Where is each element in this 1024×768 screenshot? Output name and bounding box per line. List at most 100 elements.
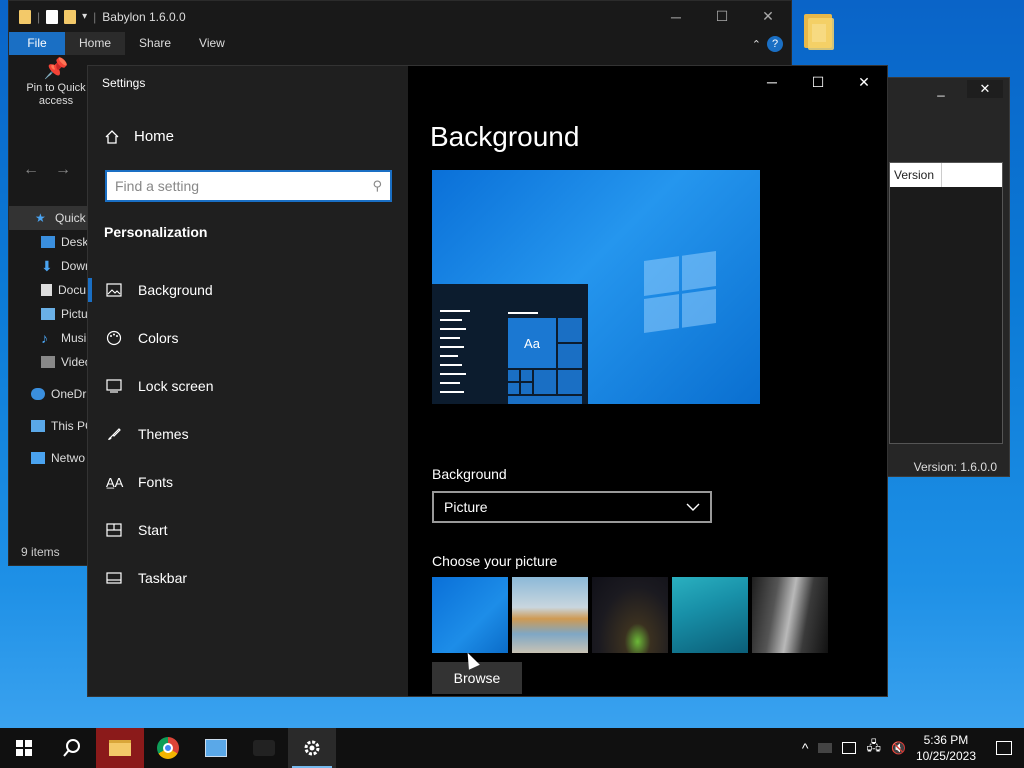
babylon-minimize-button[interactable]: _: [923, 80, 959, 98]
lock-screen-icon: [106, 379, 122, 393]
home-nav-item[interactable]: Home: [104, 128, 174, 145]
app-icon: [253, 740, 275, 756]
picture-thumbnail[interactable]: [672, 577, 748, 653]
tree-item-videos[interactable]: Video: [9, 350, 89, 374]
preview-tile-text: Aa: [508, 318, 556, 368]
themes-icon: [108, 428, 121, 440]
settings-content: ─ ☐ ✕ Background Aa Background Picture C…: [408, 66, 887, 696]
search-box[interactable]: ⚲: [105, 170, 392, 202]
chrome-icon: [157, 737, 179, 759]
music-icon: ♪: [41, 330, 48, 346]
tree-item-desktop[interactable]: Deskt: [9, 230, 89, 254]
search-button[interactable]: [48, 728, 96, 768]
picture-thumbnail[interactable]: [752, 577, 828, 653]
settings-close-button[interactable]: ✕: [841, 66, 887, 98]
nav-item-background[interactable]: Background: [88, 266, 408, 314]
nav-item-fonts[interactable]: A̲A Fonts: [88, 458, 408, 506]
picture-thumbnail[interactable]: [592, 577, 668, 653]
tree-item-onedrive[interactable]: OneDr: [9, 382, 89, 406]
tree-item-documents[interactable]: Docu: [9, 278, 89, 302]
start-button[interactable]: [0, 728, 48, 768]
download-icon: ⬇: [41, 258, 53, 274]
navigation-tree: ★ Quick Deskt ⬇ Down Docu Pictu ♪ Musi Vide…: [9, 206, 89, 470]
maximize-button[interactable]: ☐: [699, 1, 745, 32]
tab-view[interactable]: View: [185, 32, 239, 55]
tree-item-music[interactable]: ♪ Musi: [9, 326, 89, 350]
date: 10/25/2023: [915, 749, 976, 763]
chevron-up-icon[interactable]: ^: [802, 740, 809, 756]
minimize-button[interactable]: ─: [653, 1, 699, 32]
nav-item-themes[interactable]: Themes: [88, 410, 408, 458]
tree-item-downloads[interactable]: ⬇ Down: [9, 254, 89, 278]
settings-maximize-button[interactable]: ☐: [795, 66, 841, 98]
tab-home[interactable]: Home: [65, 32, 126, 55]
properties-icon[interactable]: [46, 9, 59, 24]
pin-label: Pin to Quick access: [26, 82, 86, 107]
chevron-down-icon[interactable]: ▾: [82, 11, 87, 22]
background-type-dropdown[interactable]: Picture: [432, 491, 712, 523]
chevron-up-icon[interactable]: ⌃: [752, 38, 761, 51]
notification-icon[interactable]: [996, 741, 1012, 755]
clock[interactable]: 5:36 PM 10/25/2023: [916, 732, 976, 764]
browse-button[interactable]: Browse: [432, 662, 522, 694]
palette-icon: [106, 330, 122, 346]
video-icon: [41, 356, 55, 368]
tree-item-pictures[interactable]: Pictu: [9, 302, 89, 326]
dropdown-value: Picture: [444, 499, 488, 515]
nav-item-lock-screen[interactable]: Lock screen: [88, 362, 408, 410]
gear-icon: [304, 740, 320, 756]
tray-security-icon[interactable]: [842, 742, 857, 754]
nav-label: Start: [138, 522, 168, 538]
search-icon: ⚲: [372, 178, 382, 193]
close-button[interactable]: ✕: [745, 1, 791, 32]
item-count: 9 items: [21, 545, 60, 559]
nav-item-taskbar[interactable]: Taskbar: [88, 554, 408, 602]
network-icon: [31, 452, 45, 464]
desktop-folder-icon[interactable]: [800, 10, 840, 54]
explorer-title: Babylon 1.6.0.0: [102, 9, 186, 24]
version-column-header[interactable]: Version: [894, 163, 942, 187]
nav-item-start[interactable]: Start: [88, 506, 408, 554]
pictures-icon: [41, 308, 55, 320]
volume-muted-icon[interactable]: 🔇: [891, 741, 906, 755]
forward-arrow-icon[interactable]: →: [55, 161, 71, 179]
search-input[interactable]: [115, 178, 373, 194]
background-preview: Aa: [432, 170, 760, 404]
help-icon[interactable]: ?: [767, 36, 783, 52]
settings-sidebar: Settings Home ⚲ Personalization Backgrou…: [88, 66, 408, 696]
app2-taskbar-button[interactable]: [240, 728, 288, 768]
network-icon[interactable]: 🖧: [866, 737, 881, 759]
tray-app-icon[interactable]: [818, 743, 833, 753]
tree-item-quick-access[interactable]: ★ Quick: [9, 206, 89, 230]
folder-icon: [19, 9, 31, 24]
document-icon: [41, 284, 52, 296]
picture-thumbnail[interactable]: [512, 577, 588, 653]
picture-choices: [432, 577, 828, 653]
app-taskbar-button[interactable]: [192, 728, 240, 768]
nav-item-colors[interactable]: Colors: [88, 314, 408, 362]
file-explorer-taskbar-button[interactable]: [96, 728, 144, 768]
star-icon: ★: [35, 211, 46, 225]
settings-taskbar-button[interactable]: [288, 728, 336, 768]
tree-item-network[interactable]: Netwo: [9, 446, 89, 470]
chevron-down-icon: [686, 503, 700, 511]
preview-start-menu: Aa: [432, 284, 588, 404]
personalization-nav: Background Colors Lock screen Themes A̲A…: [88, 266, 408, 602]
system-tray: ^ 🖧 🔇 5:36 PM 10/25/2023: [802, 728, 1024, 768]
version-status: Version: 1.6.0.0: [913, 460, 997, 474]
babylon-close-button[interactable]: ✕: [967, 80, 1003, 98]
windows-logo-icon: [644, 250, 716, 334]
chrome-taskbar-button[interactable]: [144, 728, 192, 768]
pin-to-quick-access-button[interactable]: 📌 Pin to Quick access: [17, 59, 95, 108]
cloud-icon: [31, 388, 45, 400]
settings-minimize-button[interactable]: ─: [749, 66, 795, 98]
tree-item-this-pc[interactable]: This PC: [9, 414, 89, 438]
tab-file[interactable]: File: [9, 32, 65, 55]
background-label: Background: [432, 466, 507, 482]
picture-thumbnail[interactable]: [432, 577, 508, 653]
taskbar-icon: [106, 572, 122, 584]
back-arrow-icon[interactable]: ←: [23, 161, 39, 179]
new-folder-icon[interactable]: [64, 9, 77, 24]
tab-share[interactable]: Share: [125, 32, 185, 55]
babylon-window: _ ✕ Version Version: 1.6.0.0: [880, 77, 1010, 477]
